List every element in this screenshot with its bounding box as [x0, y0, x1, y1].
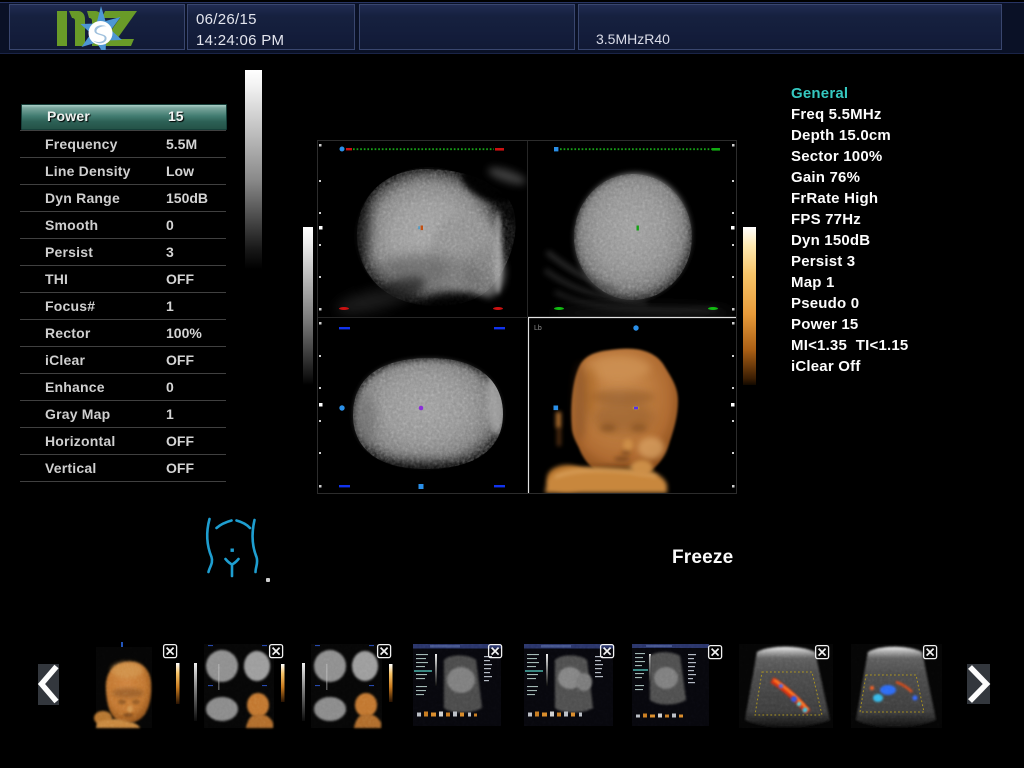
- svg-text:Lb: Lb: [534, 325, 542, 332]
